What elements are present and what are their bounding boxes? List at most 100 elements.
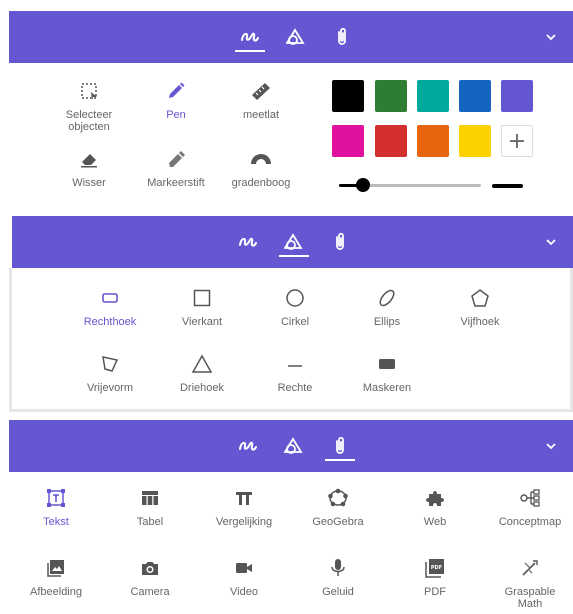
select-objects-icon: [81, 83, 97, 100]
shapes-panel: Rechthoek Vierkant Cirkel Ellips Vijfhoe…: [9, 268, 573, 412]
circle-label: Cirkel: [280, 316, 310, 328]
slider-handle[interactable]: [356, 178, 370, 192]
tab-attachments[interactable]: [325, 20, 359, 54]
color-swatch-black[interactable]: [332, 80, 364, 112]
chevron-down-icon[interactable]: [543, 438, 559, 454]
tab-pen[interactable]: [231, 225, 265, 259]
shapes-tab-icon: [284, 437, 303, 454]
pentagon-label: Vijfhoek: [460, 316, 500, 328]
pen-tool[interactable]: Pen: [136, 79, 216, 121]
color-swatch-red[interactable]: [375, 125, 407, 157]
video-tool[interactable]: Video: [204, 556, 284, 598]
select-objects-label: Selecteer objecten: [65, 109, 113, 133]
tab-pen[interactable]: [233, 20, 267, 54]
protractor-tool[interactable]: gradenboog: [221, 147, 301, 189]
image-label: Afbeelding: [30, 586, 82, 598]
ellipse-label: Ellips: [373, 316, 401, 328]
eraser-tool[interactable]: Wisser: [49, 147, 129, 189]
graspable-math-tool[interactable]: Graspable Math: [490, 556, 570, 610]
web-icon: [426, 491, 444, 506]
square-icon: [193, 289, 211, 307]
conceptmap-tool[interactable]: Conceptmap: [490, 486, 570, 528]
tab-attachments[interactable]: [323, 429, 357, 463]
triangle-icon: [191, 354, 213, 373]
color-swatch-yellow[interactable]: [459, 125, 491, 157]
color-swatch-orange[interactable]: [417, 125, 449, 157]
geogebra-icon: [328, 488, 348, 507]
image-icon: [47, 560, 64, 577]
microphone-icon: [331, 559, 345, 576]
pen-tab-icon: [239, 441, 257, 451]
pentagon-tool[interactable]: Vijfhoek: [440, 286, 520, 328]
pdf-icon: PDF: [425, 559, 444, 578]
camera-tool[interactable]: Camera: [110, 556, 190, 598]
rectangle-icon: [102, 293, 118, 303]
color-swatch-magenta[interactable]: [332, 125, 364, 157]
camera-icon: [142, 562, 158, 575]
ellipse-tool[interactable]: Ellips: [347, 286, 427, 328]
tab-shapes[interactable]: [277, 429, 311, 463]
web-tool[interactable]: Web: [395, 486, 475, 528]
chevron-down-icon[interactable]: [543, 29, 559, 45]
shapes-tab-icon: [286, 28, 305, 45]
circle-tool[interactable]: Cirkel: [255, 286, 335, 328]
color-swatch-teal[interactable]: [417, 80, 449, 112]
graspable-math-label: Graspable Math: [504, 586, 556, 610]
pen-tab-icon: [241, 32, 259, 42]
color-swatch-blue[interactable]: [459, 80, 491, 112]
triangle-tool[interactable]: Driehoek: [162, 352, 242, 394]
geogebra-tool[interactable]: GeoGebra: [298, 486, 378, 528]
paperclip-icon: [336, 232, 344, 250]
square-label: Vierkant: [181, 316, 223, 328]
rectangle-tool[interactable]: Rechthoek: [70, 286, 150, 328]
text-tool[interactable]: Tekst: [16, 486, 96, 528]
ruler-label: meetlat: [242, 109, 280, 121]
freeform-label: Vrijevorm: [86, 382, 134, 394]
ruler-tool[interactable]: meetlat: [221, 79, 301, 121]
geogebra-label: GeoGebra: [312, 516, 364, 528]
equation-icon: [236, 492, 252, 505]
stroke-width-slider[interactable]: [339, 177, 481, 193]
equation-tool[interactable]: Vergelijking: [204, 486, 284, 528]
select-objects-tool[interactable]: Selecteer objecten: [49, 79, 129, 133]
image-tool[interactable]: Afbeelding: [16, 556, 96, 598]
toolbar-attachments: [9, 420, 573, 472]
tab-shapes[interactable]: [277, 225, 311, 259]
equation-label: Vergelijking: [215, 516, 273, 528]
svg-text:PDF: PDF: [431, 565, 442, 571]
mask-tool[interactable]: Maskeren: [347, 352, 427, 394]
tab-attachments[interactable]: [323, 225, 357, 259]
audio-tool[interactable]: Geluid: [298, 556, 378, 598]
video-label: Video: [230, 586, 258, 598]
graspable-math-icon: [522, 560, 538, 576]
pentagon-icon: [471, 289, 489, 307]
freeform-tool[interactable]: Vrijevorm: [70, 352, 150, 394]
web-label: Web: [423, 516, 447, 528]
square-tool[interactable]: Vierkant: [162, 286, 242, 328]
eraser-icon: [81, 154, 97, 168]
line-tool[interactable]: Rechte: [255, 352, 335, 394]
tab-shapes[interactable]: [279, 20, 313, 54]
chevron-down-icon[interactable]: [543, 234, 559, 250]
freeform-icon: [102, 356, 119, 372]
pdf-tool[interactable]: PDF PDF: [395, 556, 475, 598]
color-swatch-purple[interactable]: [501, 80, 533, 112]
ellipse-icon: [379, 289, 395, 307]
circle-icon: [286, 289, 304, 307]
table-tool[interactable]: Tabel: [110, 486, 190, 528]
pen-panel: Selecteer objecten Pen meetlat Wisser Ma…: [9, 63, 573, 208]
paperclip-icon: [336, 436, 344, 454]
table-icon: [142, 491, 158, 505]
conceptmap-icon: [520, 489, 540, 507]
toolbar-shapes: [12, 216, 573, 268]
highlighter-tool[interactable]: Markeerstift: [136, 147, 216, 189]
paperclip-icon: [338, 27, 346, 45]
video-icon: [236, 563, 252, 573]
table-label: Tabel: [136, 516, 164, 528]
tab-pen[interactable]: [231, 429, 265, 463]
ruler-icon: [252, 83, 270, 100]
color-swatch-green[interactable]: [375, 80, 407, 112]
highlighter-label: Markeerstift: [147, 177, 205, 189]
add-color-button[interactable]: +: [501, 125, 533, 157]
pdf-label: PDF: [424, 586, 446, 598]
